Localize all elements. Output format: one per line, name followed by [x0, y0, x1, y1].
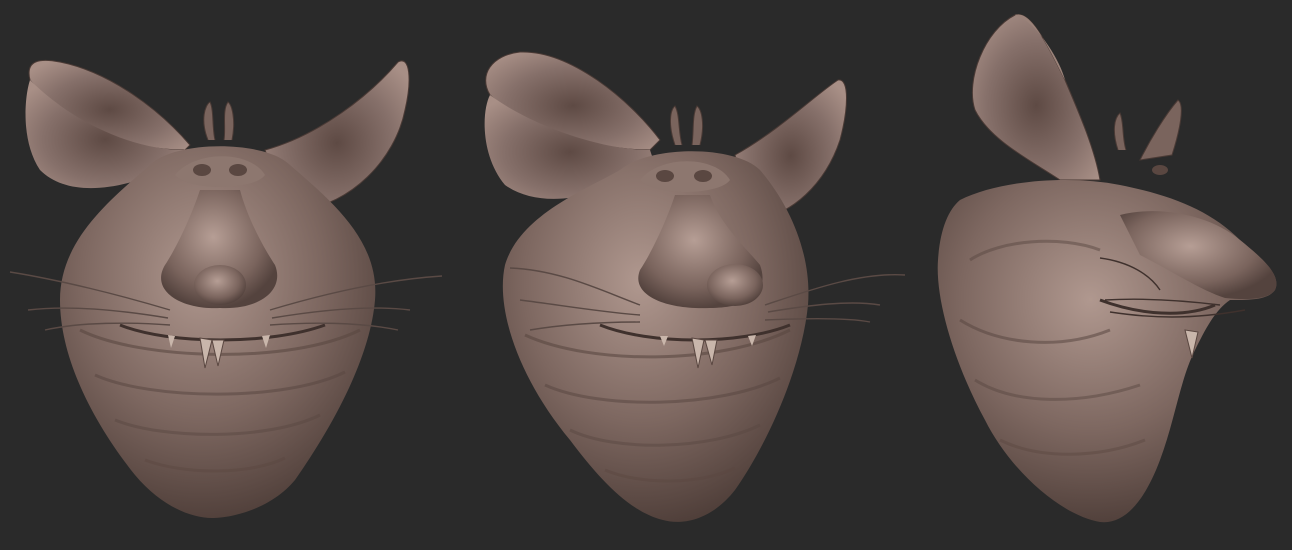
- right-eye: [229, 164, 247, 176]
- left-eye: [193, 164, 211, 176]
- eye: [1152, 165, 1168, 175]
- left-eye: [656, 170, 674, 182]
- creature-head-turnaround: [9, 14, 1277, 523]
- ear: [971, 14, 1101, 181]
- sculpt-render-canvas: [0, 0, 1292, 550]
- three-quarter-view: [484, 51, 906, 522]
- head-antenna: [203, 101, 216, 141]
- front-view: [9, 59, 443, 518]
- side-view: [937, 14, 1277, 523]
- right-eye: [694, 170, 712, 182]
- head-antenna: [670, 105, 683, 146]
- head-antenna: [1113, 112, 1127, 151]
